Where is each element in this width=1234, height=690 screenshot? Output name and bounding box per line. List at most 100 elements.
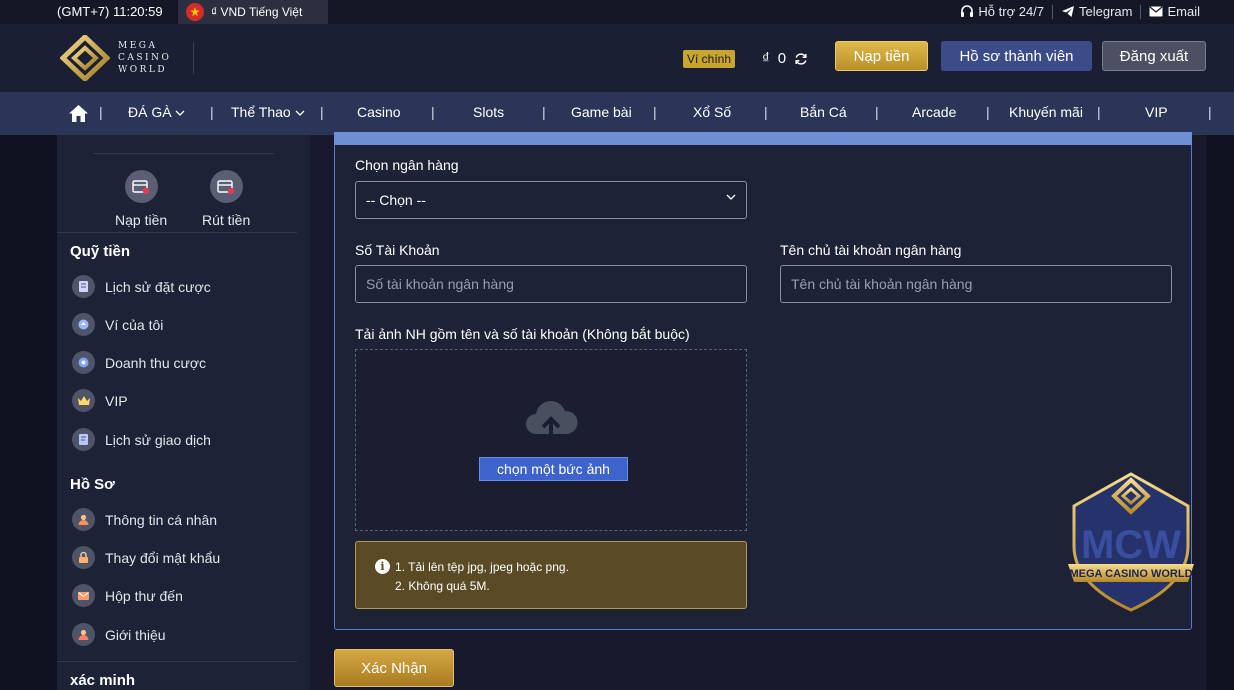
sidebar-item-personal-info[interactable]: Thông tin cá nhân — [72, 508, 217, 531]
vip-crown-icon — [72, 389, 95, 412]
account-name-input[interactable] — [780, 265, 1172, 303]
confirm-button[interactable]: Xác Nhận — [334, 649, 454, 687]
sidebar-item-referral[interactable]: Giới thiệu — [72, 623, 166, 646]
chevron-down-icon — [176, 110, 185, 116]
nav-separator: | — [764, 104, 768, 120]
vietnam-flag-icon: ★ — [186, 3, 204, 21]
wallet-icon — [72, 313, 95, 336]
support-label: Hỗ trợ 24/7 — [978, 4, 1045, 19]
refresh-icon[interactable] — [794, 52, 808, 66]
nav-item-slots[interactable]: Slots — [473, 104, 504, 120]
nav-separator: | — [210, 104, 214, 120]
sidebar-item-transaction-history[interactable]: Lịch sử giao dịch — [72, 428, 211, 451]
site-header: MEGA CASINO WORLD Ví chính ₫ 0 Nạp tiền … — [0, 24, 1234, 92]
nav-item-ban-ca[interactable]: Bắn Cá — [800, 104, 847, 120]
divider — [57, 661, 297, 662]
nav-item-game-bai[interactable]: Game bài — [571, 104, 632, 120]
logo-line-1: MEGA — [118, 41, 158, 51]
member-profile-button[interactable]: Hồ sơ thành viên — [941, 41, 1092, 71]
deposit-icon — [124, 170, 158, 203]
nav-item-khuyen-mai[interactable]: Khuyến mãi — [1009, 104, 1083, 120]
support-link[interactable]: Hỗ trợ 24/7 — [960, 4, 1044, 19]
nav-separator: | — [986, 104, 990, 120]
divider — [57, 232, 297, 233]
email-link[interactable]: Email — [1149, 4, 1200, 19]
section-funds: Quỹ tiền — [70, 243, 131, 260]
home-icon[interactable] — [68, 104, 89, 123]
quick-withdraw-label: Rút tiền — [202, 212, 251, 228]
sidebar-item-label: Thay đổi mật khẩu — [105, 549, 221, 566]
bank-account-form: Chọn ngân hàng -- Chọn -- Số Tài Khoản T… — [334, 132, 1194, 630]
nav-item-casino[interactable]: Casino — [357, 104, 401, 120]
nav-separator: | — [542, 104, 546, 120]
balance-display: ₫ 0 — [762, 50, 808, 67]
image-upload-dropzone[interactable]: chọn một bức ảnh — [355, 349, 747, 531]
nav-separator: | — [431, 104, 435, 120]
headset-icon — [961, 4, 974, 17]
logout-button[interactable]: Đăng xuất — [1102, 41, 1206, 71]
sidebar-item-inbox[interactable]: Hộp thư đến — [72, 584, 183, 607]
nav-separator: | — [1208, 104, 1212, 120]
email-label: Email — [1167, 4, 1200, 19]
telegram-label: Telegram — [1079, 4, 1133, 19]
main-content: Chọn ngân hàng -- Chọn -- Số Tài Khoản T… — [310, 132, 1206, 690]
logo-text: MEGA CASINO WORLD — [118, 40, 171, 76]
telegram-link[interactable]: Telegram — [1061, 4, 1132, 19]
chevron-down-icon — [726, 194, 736, 200]
logo-divider — [193, 42, 194, 74]
main-wallet-badge: Ví chính — [683, 50, 736, 68]
top-links: Hỗ trợ 24/7 Telegram Email — [960, 4, 1200, 19]
top-strip: (GMT+7) 11:20:59 ★ ₫ VND Tiếng Việt Hỗ t… — [0, 0, 1234, 24]
quick-deposit[interactable]: Nạp tiền — [115, 170, 167, 228]
divider — [1140, 4, 1142, 19]
sidebar-item-change-password[interactable]: Thay đổi mật khẩu — [72, 546, 220, 569]
bet-history-icon — [72, 275, 95, 298]
nav-item-vip[interactable]: VIP — [1145, 104, 1168, 120]
nav-item-label: Thể Thao — [231, 104, 291, 120]
nav-item-arcade[interactable]: Arcade — [912, 104, 956, 120]
currency-symbol: ₫ — [762, 50, 770, 67]
lock-icon — [72, 546, 95, 569]
transaction-history-icon — [72, 428, 95, 451]
upload-note: i 1. Tải lên tệp jpg, jpeg hoặc png. 2. … — [355, 541, 747, 609]
deposit-button[interactable]: Nạp tiền — [835, 41, 928, 71]
logo-mark-icon — [60, 35, 110, 81]
right-gutter — [1206, 135, 1234, 690]
telegram-icon — [1062, 6, 1075, 17]
turnover-icon — [72, 351, 95, 374]
site-logo[interactable]: MEGA CASINO WORLD — [60, 35, 171, 81]
account-number-input[interactable] — [355, 265, 747, 303]
clock: (GMT+7) 11:20:59 — [57, 4, 163, 19]
divider — [93, 153, 274, 154]
sidebar-item-label: Lịch sử đặt cược — [105, 278, 211, 295]
nav-separator: | — [875, 104, 879, 120]
sidebar-item-label: Hộp thư đến — [105, 587, 183, 604]
inbox-icon — [72, 584, 95, 607]
badge-mcw-text: MCW — [1081, 523, 1181, 567]
sidebar-item-bet-history[interactable]: Lịch sử đặt cược — [72, 275, 211, 298]
nav-item-label: ĐÁ GÀ — [128, 104, 172, 120]
sidebar-item-my-wallet[interactable]: Ví của tôi — [72, 313, 163, 336]
nav-separator: | — [320, 104, 324, 120]
logo-line-2: CASINO — [118, 53, 172, 63]
account-number-label: Số Tài Khoản — [355, 242, 440, 258]
nav-item-the-thao[interactable]: Thể Thao — [231, 104, 305, 120]
choose-image-button[interactable]: chọn một bức ảnh — [479, 457, 628, 481]
bank-label: Chọn ngân hàng — [355, 157, 459, 173]
sidebar-item-label: Thông tin cá nhân — [105, 511, 218, 528]
note-line-2: 2. Không quá 5M. — [395, 579, 490, 593]
nav-item-da-ga[interactable]: ĐÁ GÀ — [128, 104, 185, 120]
nav-item-xo-so[interactable]: Xổ Số — [693, 104, 731, 120]
sidebar-item-bet-turnover[interactable]: Doanh thu cược — [72, 351, 206, 374]
card-header-bar — [334, 132, 1192, 145]
sidebar-item-vip[interactable]: VIP — [72, 389, 128, 412]
section-profile: Hồ Sơ — [70, 476, 115, 493]
sidebar-item-label: VIP — [105, 392, 128, 409]
bank-select[interactable]: -- Chọn -- — [355, 181, 747, 219]
withdraw-icon — [209, 170, 243, 203]
divider — [1052, 4, 1054, 19]
upload-label: Tải ảnh NH gồm tên và số tài khoản (Khôn… — [355, 326, 690, 342]
sidebar-item-label: Doanh thu cược — [105, 354, 207, 371]
quick-withdraw[interactable]: Rút tiền — [202, 170, 250, 228]
language-selector[interactable]: ★ ₫ VND Tiếng Việt — [178, 0, 328, 24]
